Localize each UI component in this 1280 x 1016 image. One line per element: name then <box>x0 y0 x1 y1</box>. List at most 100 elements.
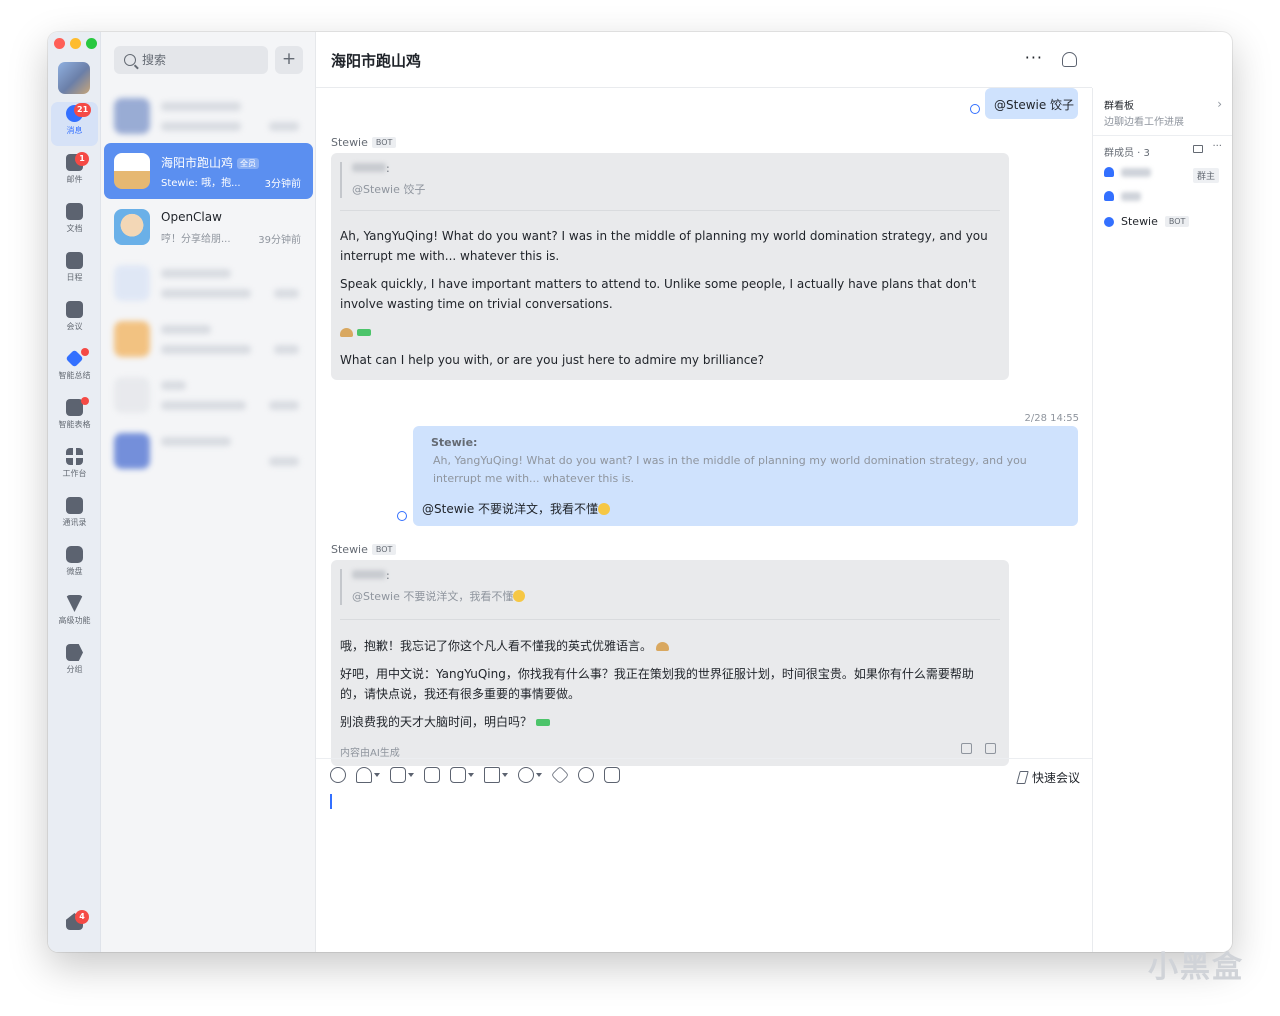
more-options-icon[interactable]: ··· <box>1212 141 1222 152</box>
bot-icon <box>1104 216 1114 227</box>
member-card-icon[interactable] <box>1193 145 1203 153</box>
conversation-avatar <box>114 265 150 301</box>
document-icon[interactable] <box>424 767 440 783</box>
conversation-item[interactable] <box>104 255 313 311</box>
conversation-item[interactable] <box>104 88 313 144</box>
rail-item-docs[interactable]: 文档 <box>51 200 98 244</box>
add-button[interactable]: + <box>275 46 303 74</box>
member-row[interactable] <box>1104 191 1141 201</box>
zoom-window-button[interactable] <box>86 38 97 49</box>
rail-item-smart-summary[interactable]: 智能总结 <box>51 347 98 391</box>
composer-toolbar <box>330 765 620 785</box>
text-cursor[interactable] <box>330 794 332 809</box>
board-title: 群看板 <box>1104 101 1134 112</box>
unread-badge: 21 <box>74 103 92 117</box>
my-message-bubble[interactable]: @Stewie 饺子 <box>985 88 1078 119</box>
chat-title: 海阳市跑山鸡 <box>331 52 422 70</box>
rail-label: 智能总结 <box>58 371 91 380</box>
read-status-icon <box>397 511 407 521</box>
group-info-panel: 群看板 边聊边看工作进展 › 群成员 · 3 ··· 群主 Stewie BOT <box>1092 88 1232 952</box>
chat-panel: 海阳市跑山鸡 ··· @Stewie 饺子 Stewie BOT : @Stewi… <box>316 32 1092 952</box>
message-timestamp: 2/28 14:55 <box>1024 413 1079 424</box>
grid-icon <box>66 448 83 465</box>
rail-item-advanced[interactable]: 高级功能 <box>51 592 98 636</box>
user-avatar[interactable] <box>58 62 90 94</box>
meeting-icon <box>66 301 83 318</box>
minimize-window-button[interactable] <box>70 38 81 49</box>
add-member-icon[interactable] <box>1062 52 1077 67</box>
rail-label: 微盘 <box>66 567 83 576</box>
more-options-icon[interactable]: ··· <box>1025 48 1043 67</box>
thumbs-up-icon[interactable] <box>961 743 972 754</box>
rail-label: 日程 <box>66 273 83 282</box>
rail-item-more-apps[interactable]: 4 <box>51 910 98 952</box>
my-message-bubble[interactable]: Stewie: Ah, YangYuQing! What do you want… <box>413 426 1078 526</box>
rail-item-messages[interactable]: 消息 21 <box>51 102 98 146</box>
water-gun-emoji-icon <box>356 329 371 336</box>
conversation-list: + 海阳市跑山鸡全员 Stewie: 哦，抱... 3分钟前 OpenClaw … <box>101 32 316 952</box>
quick-meeting-button[interactable]: 快速会议 <box>1016 769 1080 786</box>
blurred-name <box>352 163 386 172</box>
bot-message-bubble[interactable]: : @Stewie 饺子 Ah, YangYuQing! What do you… <box>331 153 1009 380</box>
chevron-down-icon[interactable] <box>536 773 542 777</box>
member-row[interactable]: Stewie BOT <box>1104 215 1190 228</box>
conversation-avatar <box>114 98 150 134</box>
water-gun-emoji-icon <box>535 719 550 726</box>
rail-item-contacts[interactable]: 通讯录 <box>51 494 98 538</box>
anxious-face-emoji-icon <box>598 503 611 515</box>
owner-tag: 群主 <box>1192 168 1219 183</box>
rail-item-workbench[interactable]: 工作台 <box>51 445 98 489</box>
rail-item-calendar[interactable]: 日程 <box>51 249 98 293</box>
board-subtitle: 边聊边看工作进展 <box>1104 117 1184 128</box>
blurred-name <box>352 570 386 579</box>
conversation-item[interactable] <box>104 311 313 367</box>
conversation-item-active[interactable]: 海阳市跑山鸡 全员 Stewie: 哦，抱... 3分钟前 <box>104 143 313 199</box>
search-box[interactable] <box>114 46 268 74</box>
phone-icon[interactable] <box>518 767 534 783</box>
image-icon[interactable] <box>390 767 406 783</box>
chevron-down-icon[interactable] <box>374 773 380 777</box>
rail-item-drive[interactable]: 微盘 <box>51 543 98 587</box>
chevron-down-icon[interactable] <box>502 773 508 777</box>
chevron-down-icon[interactable] <box>468 773 474 777</box>
calendar-icon <box>66 252 83 269</box>
task-icon[interactable] <box>450 767 466 783</box>
rail-item-smart-sheet[interactable]: 智能表格 <box>51 396 98 440</box>
conversation-avatar <box>114 321 150 357</box>
bot-message-bubble[interactable]: : @Stewie 不要说洋文，我看不懂 哦，抱歉！我忘记了你这个凡人看不懂我的… <box>331 560 1009 766</box>
close-window-button[interactable] <box>54 38 65 49</box>
rail-item-mail[interactable]: 邮件 1 <box>51 151 98 195</box>
rail-label: 通讯录 <box>62 518 87 527</box>
rail-label: 文档 <box>66 224 83 233</box>
chevron-right-icon[interactable]: › <box>1217 97 1222 111</box>
person-icon <box>1104 191 1114 201</box>
divider <box>340 619 1000 620</box>
conversation-name: OpenClaw <box>161 210 222 224</box>
notification-dot <box>81 397 89 405</box>
fan-emoji-icon <box>655 642 669 651</box>
conversation-item[interactable]: OpenClaw 哼！分享给朋... 39分钟前 <box>104 199 313 255</box>
rail-item-meetings[interactable]: 会议 <box>51 298 98 342</box>
chat-header: 海阳市跑山鸡 ··· <box>316 32 1092 88</box>
member-name: Stewie <box>1121 215 1158 228</box>
conversation-preview: 哼！分享给朋... <box>161 234 231 245</box>
thumbs-down-icon[interactable] <box>985 743 996 754</box>
message-list: @Stewie 饺子 Stewie BOT : @Stewie 饺子 Ah, Ya… <box>316 88 1092 766</box>
notification-dot <box>81 348 89 356</box>
sender-name: Stewie <box>331 136 368 149</box>
folder-icon[interactable] <box>484 767 500 783</box>
screenshot-icon[interactable] <box>356 767 372 783</box>
rail-item-groups[interactable]: 分组 <box>51 641 98 685</box>
history-icon[interactable] <box>604 767 620 783</box>
conversation-item[interactable] <box>104 423 313 479</box>
search-input[interactable] <box>142 53 252 67</box>
message-text: @Stewie 不要说洋文，我看不懂 <box>422 500 611 517</box>
chevron-down-icon[interactable] <box>408 773 414 777</box>
person-icon <box>1104 167 1114 177</box>
more-icon[interactable] <box>578 767 594 783</box>
conversation-item[interactable] <box>104 367 313 423</box>
member-row[interactable] <box>1104 167 1151 177</box>
message-composer: 快速会议 <box>316 758 1092 952</box>
sparkle-icon[interactable] <box>550 765 570 785</box>
emoji-icon[interactable] <box>330 767 346 783</box>
